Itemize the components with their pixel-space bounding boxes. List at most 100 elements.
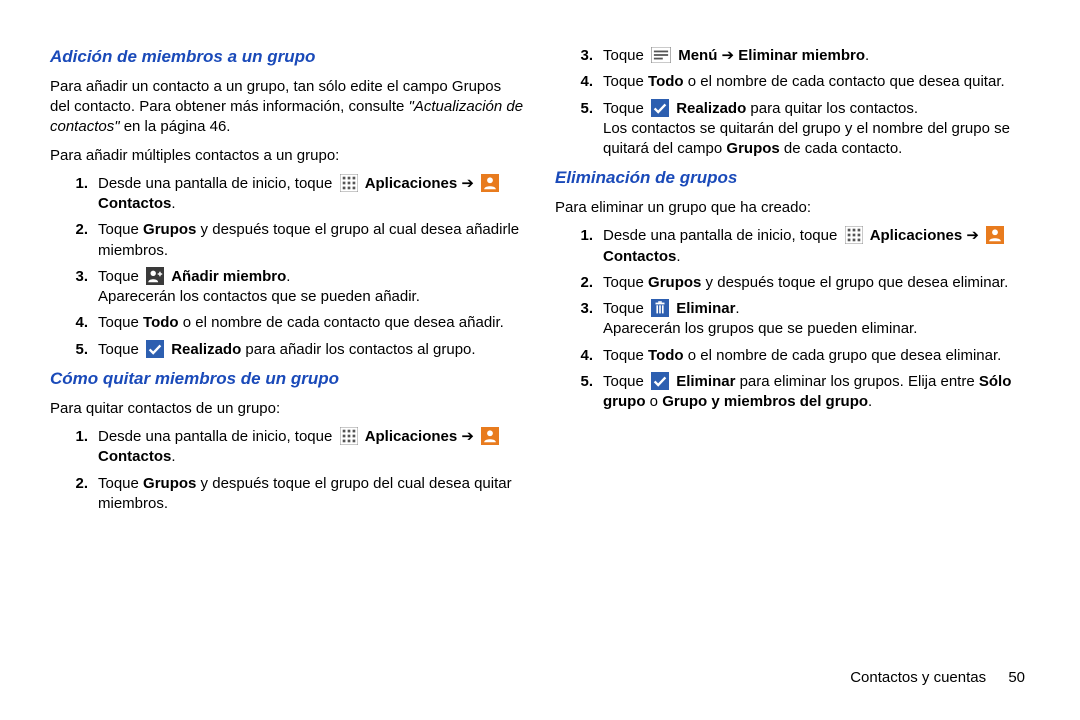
- text: Desde una pantalla de inicio, toque: [603, 227, 842, 244]
- period: .: [676, 248, 680, 265]
- text: para añadir los contactos al grupo.: [241, 341, 475, 358]
- page-number: 50: [1008, 669, 1025, 686]
- delete-label: Eliminar: [676, 300, 735, 317]
- apps-grid-icon: [340, 174, 358, 192]
- list-item: 1. Desde una pantalla de inicio, toque A…: [555, 226, 1030, 267]
- step-number: 3.: [555, 299, 603, 340]
- list-item: 2. Toque Grupos y después toque el grupo…: [555, 273, 1030, 293]
- add-member-label: Añadir miembro: [171, 268, 286, 285]
- manual-page: Adición de miembros a un grupo Para añad…: [0, 0, 1080, 542]
- contacts-icon: [481, 174, 499, 192]
- step-number: 4.: [555, 346, 603, 366]
- text: o el nombre de cada contacto que desea q…: [684, 73, 1005, 90]
- step-body: Toque Añadir miembro. Aparecerán los con…: [98, 267, 525, 308]
- group-and-members-label: Grupo y miembros del grupo: [662, 393, 868, 410]
- text: Aparecerán los contactos que se pueden a…: [98, 288, 420, 305]
- step-number: 1.: [50, 174, 98, 215]
- step-number: 4.: [555, 72, 603, 92]
- steps-delete: 1. Desde una pantalla de inicio, toque A…: [555, 226, 1030, 412]
- grupos-label: Grupos: [143, 475, 196, 492]
- contacts-label: Contactos: [98, 448, 171, 465]
- intro-paragraph: Para añadir un contacto a un grupo, tan …: [50, 77, 525, 138]
- delete-label: Eliminar: [676, 373, 735, 390]
- step-body: Toque Todo o el nombre de cada grupo que…: [603, 346, 1030, 366]
- text: Toque: [98, 314, 143, 331]
- right-column: 3. Toque Menú ➔ Eliminar miembro. 4. Toq…: [555, 40, 1030, 522]
- add-person-icon: [146, 267, 164, 285]
- step-body: Toque Todo o el nombre de cada contacto …: [98, 313, 525, 333]
- list-item: 3. Toque Eliminar. Aparecerán los grupos…: [555, 299, 1030, 340]
- list-item: 3. Toque Añadir miembro. Aparecerán los …: [50, 267, 525, 308]
- step-body: Toque Realizado para añadir los contacto…: [98, 340, 525, 360]
- text: en la página 46.: [120, 118, 231, 135]
- text: Desde una pantalla de inicio, toque: [98, 428, 337, 445]
- list-item: 4. Toque Todo o el nombre de cada grupo …: [555, 346, 1030, 366]
- step-number: 5.: [50, 340, 98, 360]
- left-column: Adición de miembros a un grupo Para añad…: [50, 40, 525, 522]
- text: Toque: [603, 300, 648, 317]
- apps-grid-icon: [340, 427, 358, 445]
- list-item: 1. Desde una pantalla de inicio, toque A…: [50, 427, 525, 468]
- period: .: [286, 268, 290, 285]
- remove-intro: Para quitar contactos de un grupo:: [50, 399, 525, 419]
- delete-intro: Para eliminar un grupo que ha creado:: [555, 198, 1030, 218]
- list-item: 2. Toque Grupos y después toque el grupo…: [50, 220, 525, 261]
- text: Toque: [603, 274, 648, 291]
- todo-label: Todo: [648, 347, 684, 364]
- heading-delete-groups: Eliminación de grupos: [555, 167, 1030, 190]
- steps-remove-start: 1. Desde una pantalla de inicio, toque A…: [50, 427, 525, 514]
- step-number: 2.: [50, 220, 98, 261]
- list-item: 4. Toque Todo o el nombre de cada contac…: [555, 72, 1030, 92]
- apps-label: Aplicaciones: [870, 227, 963, 244]
- text: Toque: [98, 221, 143, 238]
- text: Toque: [603, 73, 648, 90]
- list-item: 4. Toque Todo o el nombre de cada contac…: [50, 313, 525, 333]
- apps-grid-icon: [845, 226, 863, 244]
- list-item: 2. Toque Grupos y después toque el grupo…: [50, 474, 525, 515]
- contacts-label: Contactos: [603, 248, 676, 265]
- step-body: Desde una pantalla de inicio, toque Apli…: [98, 427, 525, 468]
- period: .: [171, 195, 175, 212]
- list-item: 5. Toque Realizado para quitar los conta…: [555, 99, 1030, 160]
- check-icon: [651, 99, 669, 117]
- section-name: Contactos y cuentas: [850, 669, 986, 686]
- heading-add-members: Adición de miembros a un grupo: [50, 46, 525, 69]
- remove-member-label: Eliminar miembro: [738, 47, 865, 64]
- step-number: 2.: [555, 273, 603, 293]
- grupos-label: Grupos: [648, 274, 701, 291]
- list-item: 5. Toque Realizado para añadir los conta…: [50, 340, 525, 360]
- page-footer: Contactos y cuentas 50: [850, 669, 1025, 686]
- step-number: 5.: [555, 372, 603, 413]
- step-number: 3.: [50, 267, 98, 308]
- step-body: Toque Grupos y después toque el grupo al…: [98, 220, 525, 261]
- step-body: Toque Grupos y después toque el grupo de…: [98, 474, 525, 515]
- list-item: 3. Toque Menú ➔ Eliminar miembro.: [555, 46, 1030, 66]
- text: o el nombre de cada contacto que desea a…: [179, 314, 504, 331]
- step-number: 4.: [50, 313, 98, 333]
- grupos-label: Grupos: [143, 221, 196, 238]
- text: de cada contacto.: [780, 140, 903, 157]
- trash-icon: [651, 299, 669, 317]
- text: Desde una pantalla de inicio, toque: [98, 175, 337, 192]
- text: Toque: [603, 373, 648, 390]
- groups-field-label: Grupos: [726, 140, 779, 157]
- apps-label: Aplicaciones: [365, 428, 458, 445]
- arrow: ➔: [457, 428, 478, 445]
- text: Toque: [98, 475, 143, 492]
- text: Toque: [603, 47, 648, 64]
- step-body: Toque Eliminar. Aparecerán los grupos qu…: [603, 299, 1030, 340]
- step-body: Toque Realizado para quitar los contacto…: [603, 99, 1030, 160]
- step-body: Toque Eliminar para eliminar los grupos.…: [603, 372, 1030, 413]
- done-label: Realizado: [171, 341, 241, 358]
- step-body: Desde una pantalla de inicio, toque Apli…: [98, 174, 525, 215]
- step-body: Toque Todo o el nombre de cada contacto …: [603, 72, 1030, 92]
- text: Toque: [603, 100, 648, 117]
- text: y después toque el grupo que desea elimi…: [701, 274, 1008, 291]
- contacts-icon: [986, 226, 1004, 244]
- list-item: 5. Toque Eliminar para eliminar los grup…: [555, 372, 1030, 413]
- done-label: Realizado: [676, 100, 746, 117]
- step-number: 5.: [555, 99, 603, 160]
- text: Aparecerán los grupos que se pueden elim…: [603, 320, 917, 337]
- step-number: 1.: [555, 226, 603, 267]
- apps-label: Aplicaciones: [365, 175, 458, 192]
